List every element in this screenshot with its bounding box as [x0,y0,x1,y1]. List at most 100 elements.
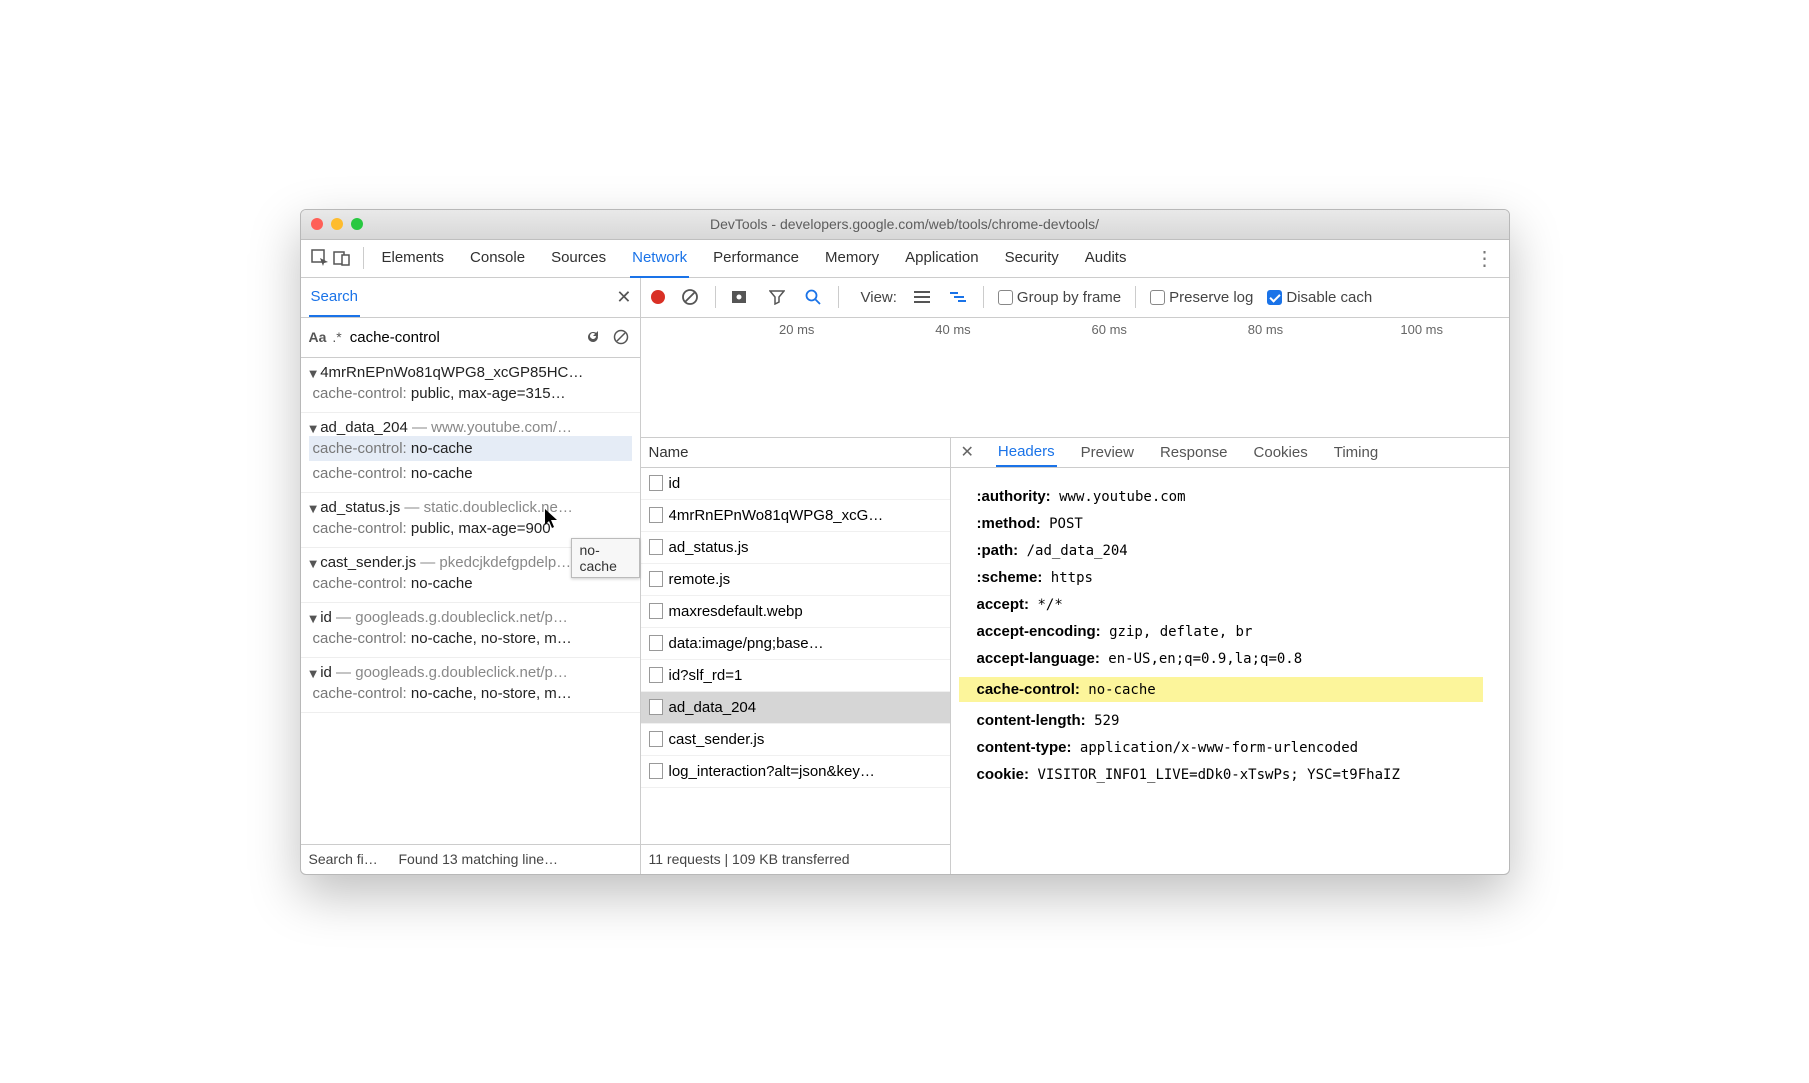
file-icon [649,699,663,715]
group-by-frame-checkbox[interactable]: Group by frame [998,289,1121,306]
request-row[interactable]: log_interaction?alt=json&key… [641,756,950,788]
regex-toggle[interactable]: .* [332,329,341,345]
request-row[interactable]: maxresdefault.webp [641,596,950,628]
header-value: POST [1041,516,1083,532]
details-tab-preview[interactable]: Preview [1079,439,1136,466]
header-row[interactable]: cache-control: no-cache [959,677,1483,702]
search-result-line[interactable]: cache-control: public, max-age=315… [309,381,632,406]
search-result-line[interactable]: cache-control: no-cache, no-store, m… [309,626,632,651]
search-result-file[interactable]: id — googleads.g.doubleclick.net/p… [309,664,632,681]
panel-tab-sources[interactable]: Sources [549,239,608,278]
panel-tab-console[interactable]: Console [468,239,527,278]
panel-tab-network[interactable]: Network [630,239,689,278]
footer-label: Search fi… [309,851,389,867]
request-name: ad_status.js [669,539,749,556]
large-rows-icon[interactable] [911,286,933,308]
header-row[interactable]: cookie: VISITOR_INFO1_LIVE=dDk0-xTswPs; … [977,766,1483,783]
request-row[interactable]: id [641,468,950,500]
panel-tab-elements[interactable]: Elements [380,239,447,278]
search-result-line[interactable]: cache-control: no-cache, no-store, m… [309,681,632,706]
search-result-group[interactable]: ad_data_204 — www.youtube.com/…cache-con… [301,413,640,493]
search-result-group[interactable]: 4mrRnEPnWo81qWPG8_xcGP85HC…cache-control… [301,358,640,413]
details-tab-cookies[interactable]: Cookies [1252,439,1310,466]
header-row[interactable]: :method: POST [977,515,1483,532]
network-timeline[interactable]: 20 ms40 ms60 ms80 ms100 ms [641,318,1509,438]
tooltip: no-cache [571,538,640,578]
search-result-line[interactable]: cache-control: no-cache [309,461,632,486]
search-result-group[interactable]: id — googleads.g.doubleclick.net/p…cache… [301,658,640,713]
request-details: ✕ Headers Preview Response Cookies Timing :a… [951,438,1509,874]
panel-tab-audits[interactable]: Audits [1083,239,1129,278]
header-value: 529 [1086,713,1120,729]
request-name: maxresdefault.webp [669,603,803,620]
preserve-log-checkbox[interactable]: Preserve log [1150,289,1253,306]
header-row[interactable]: content-length: 529 [977,712,1483,729]
search-results: 4mrRnEPnWo81qWPG8_xcGP85HC…cache-control… [301,358,640,844]
request-row[interactable]: 4mrRnEPnWo81qWPG8_xcG… [641,500,950,532]
request-row[interactable]: cast_sender.js [641,724,950,756]
file-icon [649,731,663,747]
file-icon [649,539,663,555]
close-details-icon[interactable]: ✕ [961,442,974,462]
match-case-toggle[interactable]: Aa [309,329,327,345]
header-row[interactable]: accept-language: en-US,en;q=0.9,la;q=0.8 [977,650,1483,667]
details-tab-timing[interactable]: Timing [1332,439,1380,466]
request-row[interactable]: ad_status.js [641,532,950,564]
request-row[interactable]: remote.js [641,564,950,596]
request-row[interactable]: ad_data_204 [641,692,950,724]
more-icon[interactable]: ⋮ [1469,246,1501,271]
file-icon [649,635,663,651]
panel-tab-memory[interactable]: Memory [823,239,881,278]
header-row[interactable]: :path: /ad_data_204 [977,542,1483,559]
search-result-file[interactable]: ad_data_204 — www.youtube.com/… [309,419,632,436]
search-result-group[interactable]: id — googleads.g.doubleclick.net/p…cache… [301,603,640,658]
panel-tab-performance[interactable]: Performance [711,239,801,278]
file-icon [649,763,663,779]
header-value: no-cache [1080,682,1156,698]
header-row[interactable]: :scheme: https [977,569,1483,586]
request-row[interactable]: id?slf_rd=1 [641,660,950,692]
request-name: id [669,475,681,492]
refresh-icon[interactable] [582,326,604,348]
search-icon[interactable] [802,286,824,308]
request-list-header[interactable]: Name [641,438,950,468]
request-list: Name id 4mrRnEPnWo81qWPG8_xcG… ad_status.j… [641,438,951,874]
header-key: :path: [977,542,1019,559]
waterfall-view-icon[interactable] [947,286,969,308]
clear-icon[interactable] [610,326,632,348]
file-icon [649,667,663,683]
disable-cache-checkbox[interactable]: Disable cach [1267,289,1372,306]
header-value: application/x-www-form-urlencoded [1072,740,1359,756]
timeline-tick: 100 ms [1400,322,1443,337]
search-result-line[interactable]: cache-control: no-cache [309,436,632,461]
search-result-file[interactable]: ad_status.js — static.doubleclick.ne… [309,499,632,516]
request-rows: id 4mrRnEPnWo81qWPG8_xcG… ad_status.jsremo… [641,468,950,844]
request-name: id?slf_rd=1 [669,667,743,684]
mouse-cursor [545,509,559,529]
header-row[interactable]: content-type: application/x-www-form-url… [977,739,1483,756]
close-icon[interactable]: ✕ [616,287,631,308]
header-row[interactable]: :authority: www.youtube.com [977,488,1483,505]
search-tab-label[interactable]: Search [309,278,361,317]
search-result-file[interactable]: 4mrRnEPnWo81qWPG8_xcGP85HC… [309,364,632,381]
network-search-drawer: Search ✕ Aa .* 4mrRnEPnWo81qWPG8_xcGP85H… [301,278,641,874]
header-value: en-US,en;q=0.9,la;q=0.8 [1100,651,1302,667]
details-tab-headers[interactable]: Headers [996,438,1057,467]
header-row[interactable]: accept-encoding: gzip, deflate, br [977,623,1483,640]
details-tab-response[interactable]: Response [1158,439,1230,466]
search-input[interactable] [348,325,576,349]
header-row[interactable]: accept: */* [977,596,1483,613]
device-toolbar-icon[interactable] [331,247,353,269]
panel-tab-application[interactable]: Application [903,239,980,278]
inspect-element-icon[interactable] [309,247,331,269]
screenshot-icon[interactable] [730,286,752,308]
record-button[interactable] [651,290,665,304]
header-value: */* [1029,597,1063,613]
filter-icon[interactable] [766,286,788,308]
request-row[interactable]: data:image/png;base… [641,628,950,660]
panel-tab-security[interactable]: Security [1003,239,1061,278]
network-panel: View: Group by frame Preserve log Disabl… [641,278,1509,874]
search-result-file[interactable]: id — googleads.g.doubleclick.net/p… [309,609,632,626]
header-key: accept-encoding: [977,623,1101,640]
clear-network-icon[interactable] [679,286,701,308]
